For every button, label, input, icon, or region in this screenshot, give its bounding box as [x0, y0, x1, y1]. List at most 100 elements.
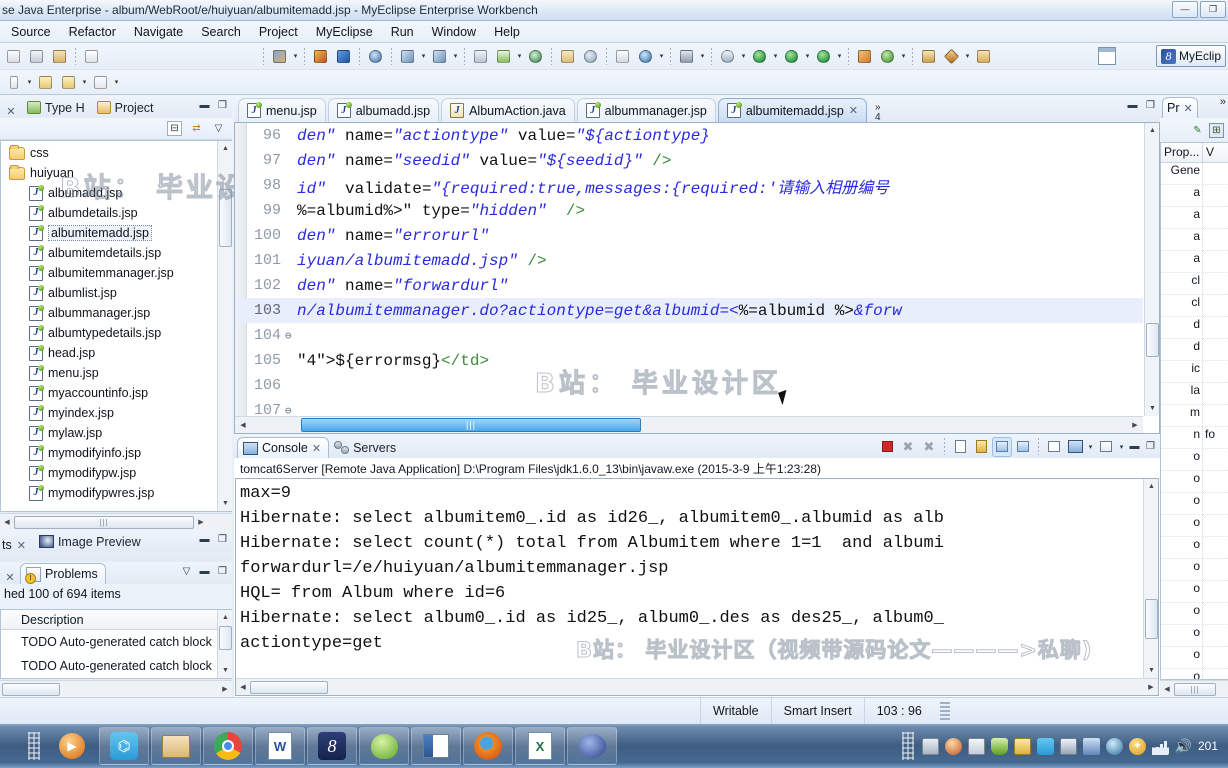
property-row[interactable]: o	[1161, 669, 1228, 679]
new-web-project-icon[interactable]	[269, 46, 290, 67]
tree-item-albumlist-jsp[interactable]: Jalbumlist.jsp	[1, 283, 216, 303]
property-row[interactable]: o	[1161, 603, 1228, 625]
maximize-icon[interactable]: ❐	[215, 564, 230, 579]
show-categories-icon[interactable]: ⊞	[1209, 122, 1224, 138]
property-value[interactable]	[1203, 317, 1228, 338]
taskbar-item-navicat[interactable]: 8	[307, 727, 357, 765]
property-value[interactable]	[1203, 493, 1228, 514]
deploy-blue-icon[interactable]	[333, 46, 354, 67]
editor-tab-albummanager-jsp[interactable]: J albummanager.jsp	[576, 98, 716, 122]
chevron-down-icon[interactable]: ▾	[771, 46, 780, 67]
pin-console-icon[interactable]	[1045, 438, 1063, 456]
deploy-icon[interactable]	[310, 46, 331, 67]
property-row[interactable]: a	[1161, 229, 1228, 251]
keyboard-icon[interactable]	[921, 737, 939, 755]
close-icon[interactable]: ✕	[1184, 102, 1193, 115]
open-perspective-icon[interactable]	[1098, 47, 1116, 65]
menu-item-myeclipse[interactable]: MyEclipse	[307, 23, 382, 41]
baidu-icon[interactable]	[1036, 737, 1054, 755]
scroll-right-icon[interactable]: ▶	[1144, 683, 1158, 691]
code-line-97[interactable]: 97 den" name="seedid" value="${seedid}" /…	[235, 148, 1143, 173]
db-browser-icon[interactable]	[365, 46, 386, 67]
console-vertical-scrollbar[interactable]: ▲ ▼	[1143, 479, 1158, 678]
code-line-105[interactable]: 105 "4">${errormsg}</td>	[235, 348, 1143, 373]
run-icon[interactable]	[749, 46, 770, 67]
close-icon[interactable]: ✕	[17, 539, 26, 552]
scroll-right-icon[interactable]: ▶	[1127, 421, 1143, 429]
tree-item-albumitemadd-jsp[interactable]: Jalbumitemadd.jsp	[1, 223, 216, 243]
close-icon[interactable]: ✕	[849, 104, 858, 117]
editor-tab-overflow[interactable]: » 4	[875, 103, 881, 122]
property-row[interactable]: ic	[1161, 361, 1228, 383]
scroll-left-icon[interactable]: ◀	[1160, 685, 1174, 693]
tree-item-albumdetails-jsp[interactable]: Jalbumdetails.jsp	[1, 203, 216, 223]
property-value[interactable]	[1203, 251, 1228, 272]
column-value[interactable]: V	[1203, 143, 1217, 162]
editor-code-area[interactable]: 96 den" name="actiontype" value="${action…	[234, 122, 1160, 434]
taskbar-item-sql-server[interactable]	[567, 727, 617, 765]
chevron-down-icon[interactable]: ▾	[803, 46, 812, 67]
chevron-down-icon[interactable]: ▾	[451, 46, 460, 67]
code-line-103[interactable]: 103 n/albumitemmanager.do?actiontype=get&…	[235, 298, 1143, 323]
show-console-on-error-icon[interactable]	[1014, 438, 1032, 456]
scrollbar-thumb[interactable]	[1145, 599, 1158, 639]
clear-console-icon[interactable]	[951, 438, 969, 456]
menu-item-navigate[interactable]: Navigate	[125, 23, 192, 41]
view-menu-icon[interactable]: ▽	[211, 121, 226, 136]
restore-default-value-icon[interactable]: ✎	[1190, 123, 1205, 138]
new-ejb-icon[interactable]	[877, 46, 898, 67]
taskbar-grip[interactable]	[28, 732, 40, 760]
new-server-icon[interactable]	[397, 46, 418, 67]
table-row[interactable]: TODO Auto-generated catch block	[1, 630, 232, 654]
terminate-icon[interactable]	[878, 438, 896, 456]
menu-item-refactor[interactable]: Refactor	[60, 23, 125, 41]
scrollbar-thumb[interactable]: |||	[301, 418, 641, 432]
maximize-icon[interactable]: ❐	[215, 98, 230, 113]
code-line-106[interactable]: 106	[235, 373, 1143, 398]
minimize-button[interactable]: —	[1172, 1, 1198, 18]
print-icon[interactable]	[49, 46, 70, 67]
windows-icon[interactable]	[1013, 737, 1031, 755]
scroll-up-icon[interactable]: ▲	[219, 611, 232, 624]
property-row[interactable]: o	[1161, 537, 1228, 559]
property-value[interactable]	[1203, 471, 1228, 492]
menu-item-project[interactable]: Project	[250, 23, 307, 41]
scroll-right-icon[interactable]: ▶	[218, 685, 232, 693]
scrollbar-thumb[interactable]	[219, 189, 232, 247]
tree-item-albumitemmanager-jsp[interactable]: Jalbumitemmanager.jsp	[1, 263, 216, 283]
chevron-down-icon[interactable]: ▾	[1117, 436, 1126, 457]
property-row[interactable]: la	[1161, 383, 1228, 405]
tree-item-menu-jsp[interactable]: Jmenu.jsp	[1, 363, 216, 383]
property-value[interactable]	[1203, 207, 1228, 228]
property-value[interactable]	[1203, 229, 1228, 250]
update-icon[interactable]	[1082, 737, 1100, 755]
property-value[interactable]	[1203, 669, 1228, 679]
minimize-icon[interactable]: ▬	[1125, 98, 1140, 113]
link-with-editor-icon[interactable]: ⇄	[189, 121, 204, 136]
problems-vertical-scrollbar[interactable]: ▲ ▼	[217, 610, 232, 678]
property-row[interactable]: cl	[1161, 295, 1228, 317]
fold-toggle-icon[interactable]: ⊖	[285, 404, 297, 417]
property-value[interactable]	[1203, 295, 1228, 316]
chevron-down-icon[interactable]: ▾	[25, 72, 34, 93]
external-tools-icon[interactable]	[717, 46, 738, 67]
minimize-icon[interactable]: ▬	[197, 564, 212, 579]
scrollbar-thumb[interactable]: |||	[14, 515, 194, 529]
open-resource-icon[interactable]	[918, 46, 939, 67]
chevron-down-icon[interactable]: ▾	[899, 46, 908, 67]
remove-all-launches-icon[interactable]: ✖	[920, 438, 938, 456]
chevron-down-icon[interactable]: ▾	[657, 46, 666, 67]
display-selected-console-icon[interactable]	[1066, 438, 1084, 456]
taskbar-item-emule[interactable]	[359, 727, 409, 765]
code-line-100[interactable]: 100 den" name="errorurl"	[235, 223, 1143, 248]
tab-servers[interactable]: Servers	[329, 437, 403, 458]
code-line-107[interactable]: 107 ⊖	[235, 398, 1143, 416]
profile-icon[interactable]	[941, 46, 962, 67]
tree-item-huiyuan[interactable]: huiyuan	[1, 163, 216, 183]
property-row[interactable]: o	[1161, 647, 1228, 669]
open-folder-icon[interactable]	[973, 46, 994, 67]
property-value[interactable]	[1203, 647, 1228, 668]
property-row[interactable]: a	[1161, 207, 1228, 229]
properties-overflow-chevron[interactable]: »	[1220, 96, 1226, 108]
maximize-icon[interactable]: ❐	[1143, 439, 1158, 454]
